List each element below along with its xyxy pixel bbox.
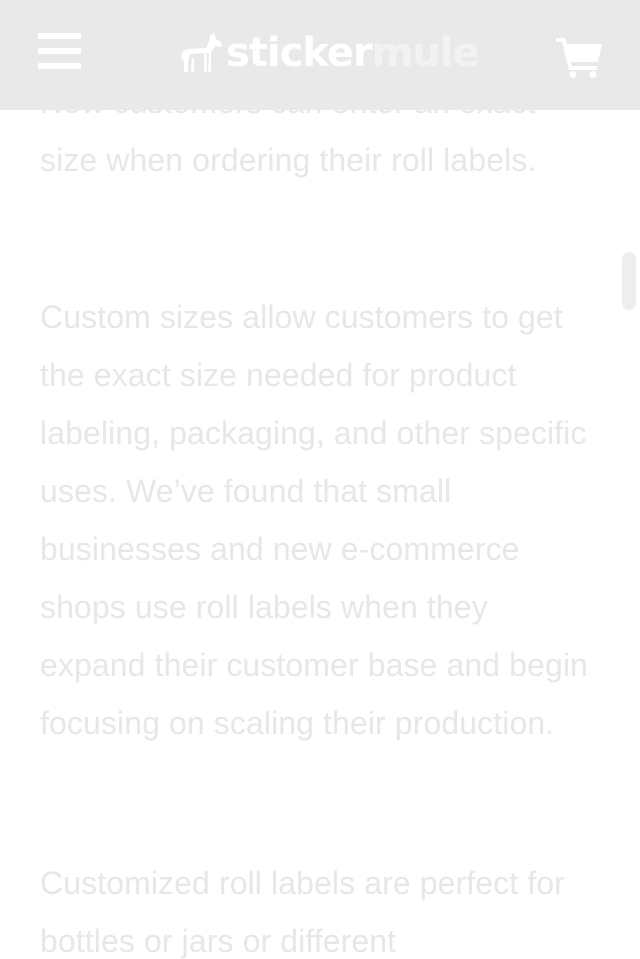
top-nav-bar: stickermule [0, 0, 640, 110]
article-paragraph: Customized roll labels are perfect for b… [40, 865, 565, 959]
hamburger-menu-icon[interactable] [38, 32, 82, 72]
mule-icon [181, 33, 222, 72]
sticker-mule-logo[interactable]: stickermule [180, 30, 480, 76]
page: Now customers can enter an exact size wh… [0, 0, 640, 959]
article-paragraph: Custom sizes allow customers to get the … [40, 299, 588, 741]
logo-wordmark: stickermule [226, 30, 480, 76]
scrollbar-thumb[interactable] [622, 252, 636, 310]
shopping-cart-icon[interactable] [556, 36, 604, 78]
